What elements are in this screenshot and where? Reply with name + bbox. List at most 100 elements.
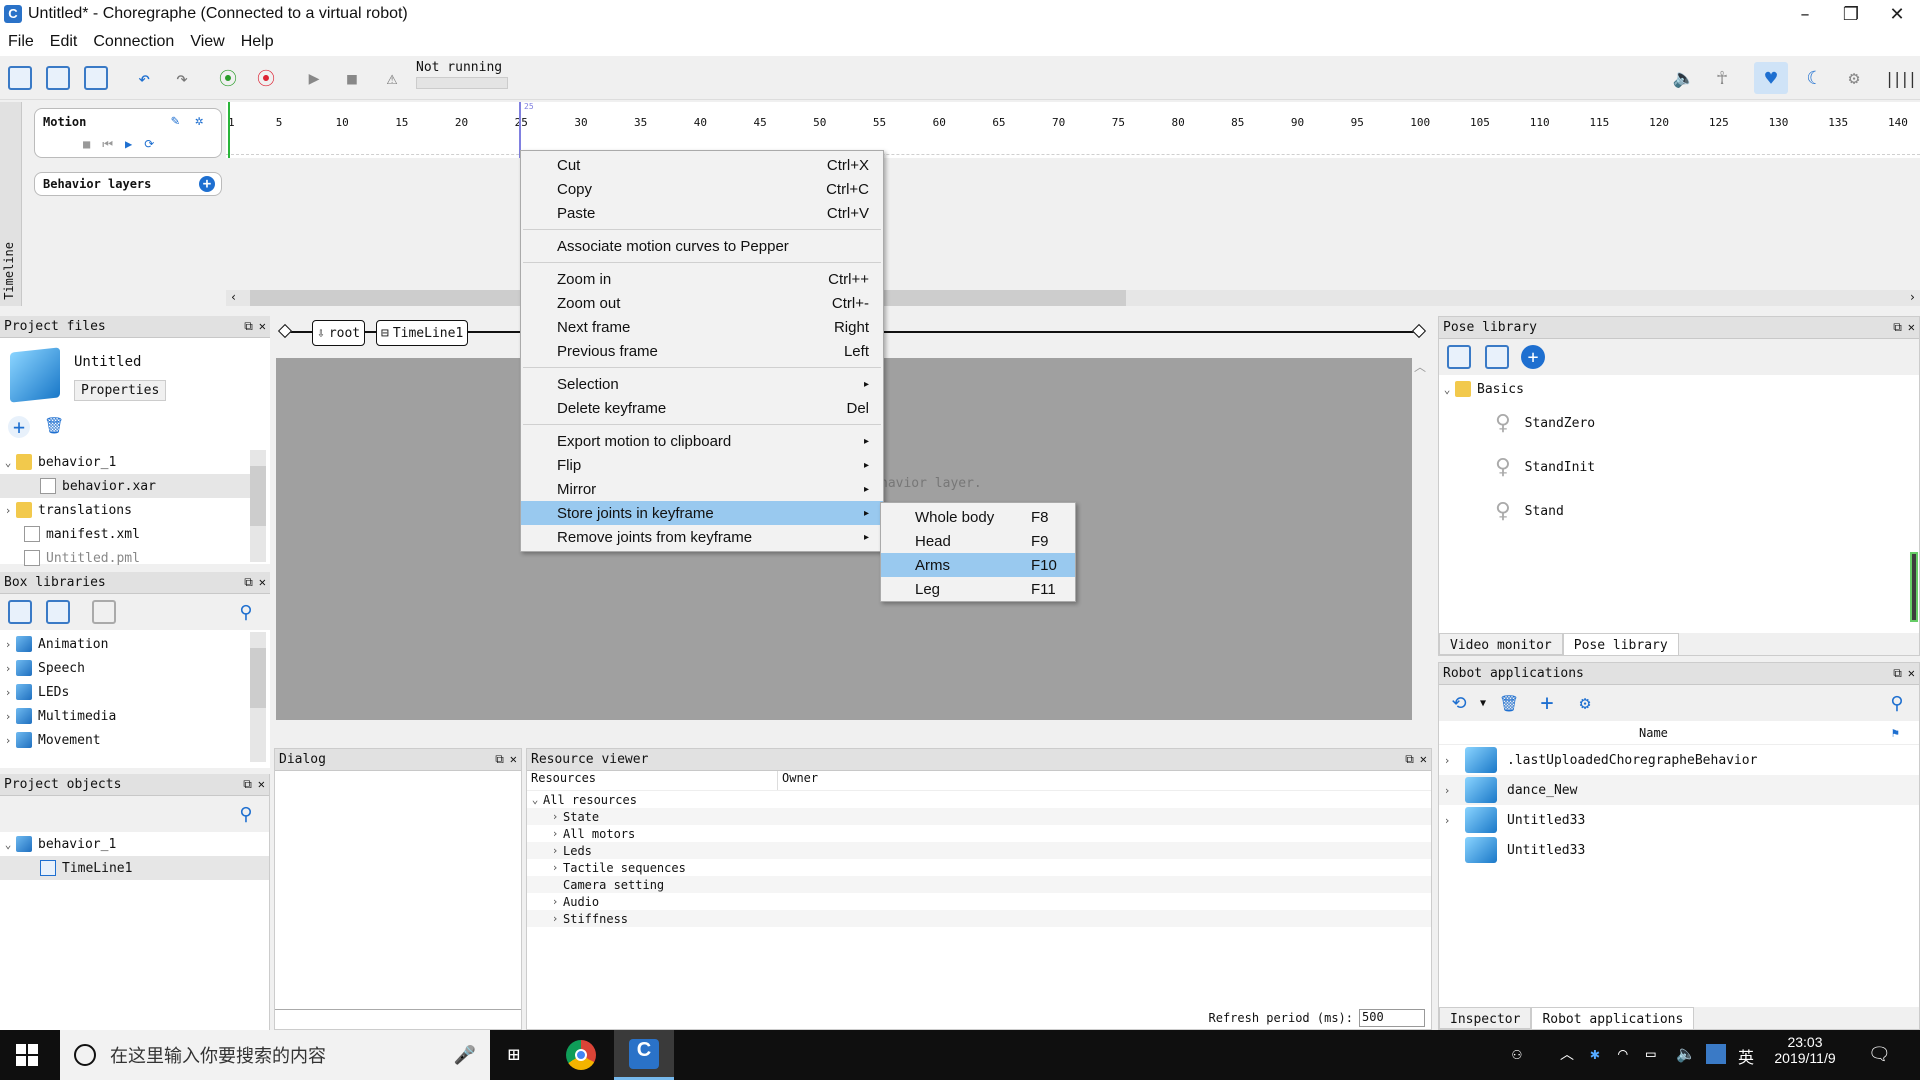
col-resources[interactable]: Resources — [527, 771, 777, 790]
expand-chevron-icon[interactable]: › — [1439, 754, 1455, 767]
robot-stiffness-icon[interactable]: ☥ — [1710, 66, 1734, 90]
import-pose-icon[interactable] — [1485, 345, 1509, 369]
app-row[interactable]: › dance_New — [1439, 775, 1919, 805]
battery-tray-icon[interactable]: ▭ — [1646, 1044, 1656, 1063]
canvas-hscroll[interactable] — [276, 720, 1412, 736]
expand-chevron-icon[interactable]: ⌄ — [0, 838, 16, 851]
user-icon[interactable]: ⚇ — [1512, 1044, 1522, 1063]
pose-item[interactable]: ♀ StandZero — [1439, 401, 1919, 445]
expand-chevron-icon[interactable]: › — [547, 861, 563, 874]
app-settings-icon[interactable]: ⚙ — [1573, 691, 1597, 715]
motion-prev-icon[interactable]: ⏮ — [102, 137, 113, 152]
open-pose-icon[interactable] — [1447, 345, 1471, 369]
float-icon[interactable]: ⧉ — [495, 752, 504, 767]
side-handle[interactable] — [1910, 552, 1918, 622]
app-row[interactable]: › Untitled33 — [1439, 805, 1919, 835]
refresh-period-input[interactable]: 500 — [1359, 1009, 1425, 1027]
float-icon[interactable]: ⧉ — [244, 319, 253, 334]
task-view-icon[interactable]: ⊞ — [508, 1042, 520, 1066]
menu-connection[interactable]: Connection — [93, 33, 174, 51]
close-panel-icon[interactable]: ✕ — [259, 575, 266, 590]
context-menu-item[interactable]: Zoom in Ctrl++ — [521, 267, 883, 291]
col-name[interactable]: Name — [1639, 726, 1668, 740]
expand-chevron-icon[interactable]: › — [0, 686, 16, 699]
context-menu-item[interactable]: Remove joints from keyframe ▸ — [521, 525, 883, 549]
breadcrumb-root[interactable]: ⇩ root — [312, 320, 366, 346]
autonomous-life-icon[interactable]: ♥ — [1754, 62, 1788, 94]
resource-root[interactable]: ⌄ All resources — [527, 791, 1431, 808]
minimize-icon[interactable]: – — [1782, 4, 1828, 25]
float-icon[interactable]: ⧉ — [244, 575, 253, 590]
open-project-icon[interactable] — [46, 66, 70, 90]
expand-chevron-icon[interactable]: › — [547, 810, 563, 823]
library-row[interactable]: › LEDs — [0, 680, 250, 704]
expand-chevron-icon[interactable]: ⌄ — [1439, 383, 1455, 396]
connect-icon[interactable]: ⦿ — [216, 66, 240, 90]
microphone-icon[interactable]: 🎤 — [454, 1045, 476, 1066]
col-owner[interactable]: Owner — [777, 771, 818, 790]
pose-group-basics[interactable]: ⌄ Basics — [1439, 377, 1919, 401]
motion-loop-icon[interactable]: ⟳ — [144, 137, 154, 152]
pose-item[interactable]: ♀ Stand — [1439, 489, 1919, 533]
resource-row[interactable]: › Stiffness — [527, 910, 1431, 927]
close-panel-icon[interactable]: ✕ — [258, 777, 265, 792]
add-layer-icon[interactable]: + — [199, 176, 215, 192]
close-panel-icon[interactable]: ✕ — [510, 752, 517, 767]
expand-chevron-icon[interactable]: › — [547, 827, 563, 840]
float-icon[interactable]: ⧉ — [1405, 752, 1414, 767]
scroll-right-icon[interactable]: › — [1909, 290, 1916, 304]
expand-chevron-icon[interactable]: › — [0, 734, 16, 747]
submenu-item[interactable]: Leg F11 — [881, 577, 1075, 601]
add-file-icon[interactable]: + — [8, 416, 30, 438]
object-row-timeline[interactable]: TimeLine1 — [0, 856, 269, 880]
ime-indicator[interactable]: 英 — [1738, 1044, 1754, 1068]
clock[interactable]: 23:03 2019/11/9 — [1770, 1034, 1840, 1066]
context-menu-item[interactable]: Previous frame Left — [521, 339, 883, 363]
restore-icon[interactable]: ❐ — [1828, 4, 1874, 25]
submenu-item[interactable]: Whole body F8 — [881, 505, 1075, 529]
stop-icon[interactable]: ■ — [340, 66, 364, 90]
library-view-icon[interactable] — [92, 600, 116, 624]
float-icon[interactable]: ⧉ — [243, 777, 252, 792]
menu-file[interactable]: File — [8, 33, 34, 51]
rest-moon-icon[interactable]: ☾ — [1800, 66, 1824, 90]
library-row[interactable]: › Movement — [0, 728, 250, 752]
canvas-vscroll[interactable]: ︿ — [1412, 358, 1428, 720]
context-menu-item[interactable]: Export motion to clipboard ▸ — [521, 429, 883, 453]
expand-chevron-icon[interactable]: › — [0, 662, 16, 675]
expand-chevron-icon[interactable]: › — [0, 638, 16, 651]
taskbar-search[interactable]: 在这里输入你要搜索的内容 🎤 — [60, 1030, 490, 1080]
expand-chevron-icon[interactable]: › — [547, 912, 563, 925]
open-library-icon[interactable] — [46, 600, 70, 624]
close-window-icon[interactable]: ✕ — [1874, 4, 1920, 25]
expand-chevron-icon[interactable]: › — [0, 710, 16, 723]
context-menu-item[interactable]: Delete keyframe Del — [521, 396, 883, 420]
expand-chevron-icon[interactable]: › — [547, 844, 563, 857]
app-row[interactable]: Untitled33 — [1439, 835, 1919, 865]
disconnect-icon[interactable]: ⦿ — [254, 66, 278, 90]
motion-settings-icon[interactable]: ✲ — [195, 113, 203, 129]
box-libraries-vscroll[interactable] — [250, 632, 266, 762]
tab-robot-applications[interactable]: Robot applications — [1531, 1007, 1695, 1029]
project-files-vscroll[interactable] — [250, 450, 266, 562]
pose-item[interactable]: ♀ StandInit — [1439, 445, 1919, 489]
close-panel-icon[interactable]: ✕ — [1908, 320, 1915, 335]
speaker-icon[interactable]: 🔈 — [1676, 1044, 1696, 1063]
expand-chevron-icon[interactable]: ⌄ — [0, 456, 16, 469]
context-menu-item[interactable]: Associate motion curves to Pepper — [521, 234, 883, 258]
edit-motion-icon[interactable]: ✎ — [171, 113, 179, 129]
breadcrumb-timeline[interactable]: ⊟ TimeLine1 — [376, 320, 469, 346]
close-panel-icon[interactable]: ✕ — [1420, 752, 1427, 767]
file-row[interactable]: ⌄ behavior_1 — [0, 450, 250, 474]
save-project-icon[interactable] — [84, 66, 108, 90]
motion-play-icon[interactable]: ▶ — [125, 137, 132, 152]
context-menu-item[interactable]: Copy Ctrl+C — [521, 177, 883, 201]
resource-row[interactable]: Camera setting — [527, 876, 1431, 893]
timeline-side-tab[interactable]: Timeline — [0, 102, 22, 306]
search-library-icon[interactable]: ⚲ — [234, 600, 258, 624]
resource-row[interactable]: › Tactile sequences — [527, 859, 1431, 876]
context-menu-item[interactable]: Store joints in keyframe ▸ — [521, 501, 883, 525]
expand-chevron-icon[interactable]: › — [1439, 814, 1455, 827]
timeline-area[interactable] — [226, 158, 1920, 290]
file-row[interactable]: › translations — [0, 498, 250, 522]
